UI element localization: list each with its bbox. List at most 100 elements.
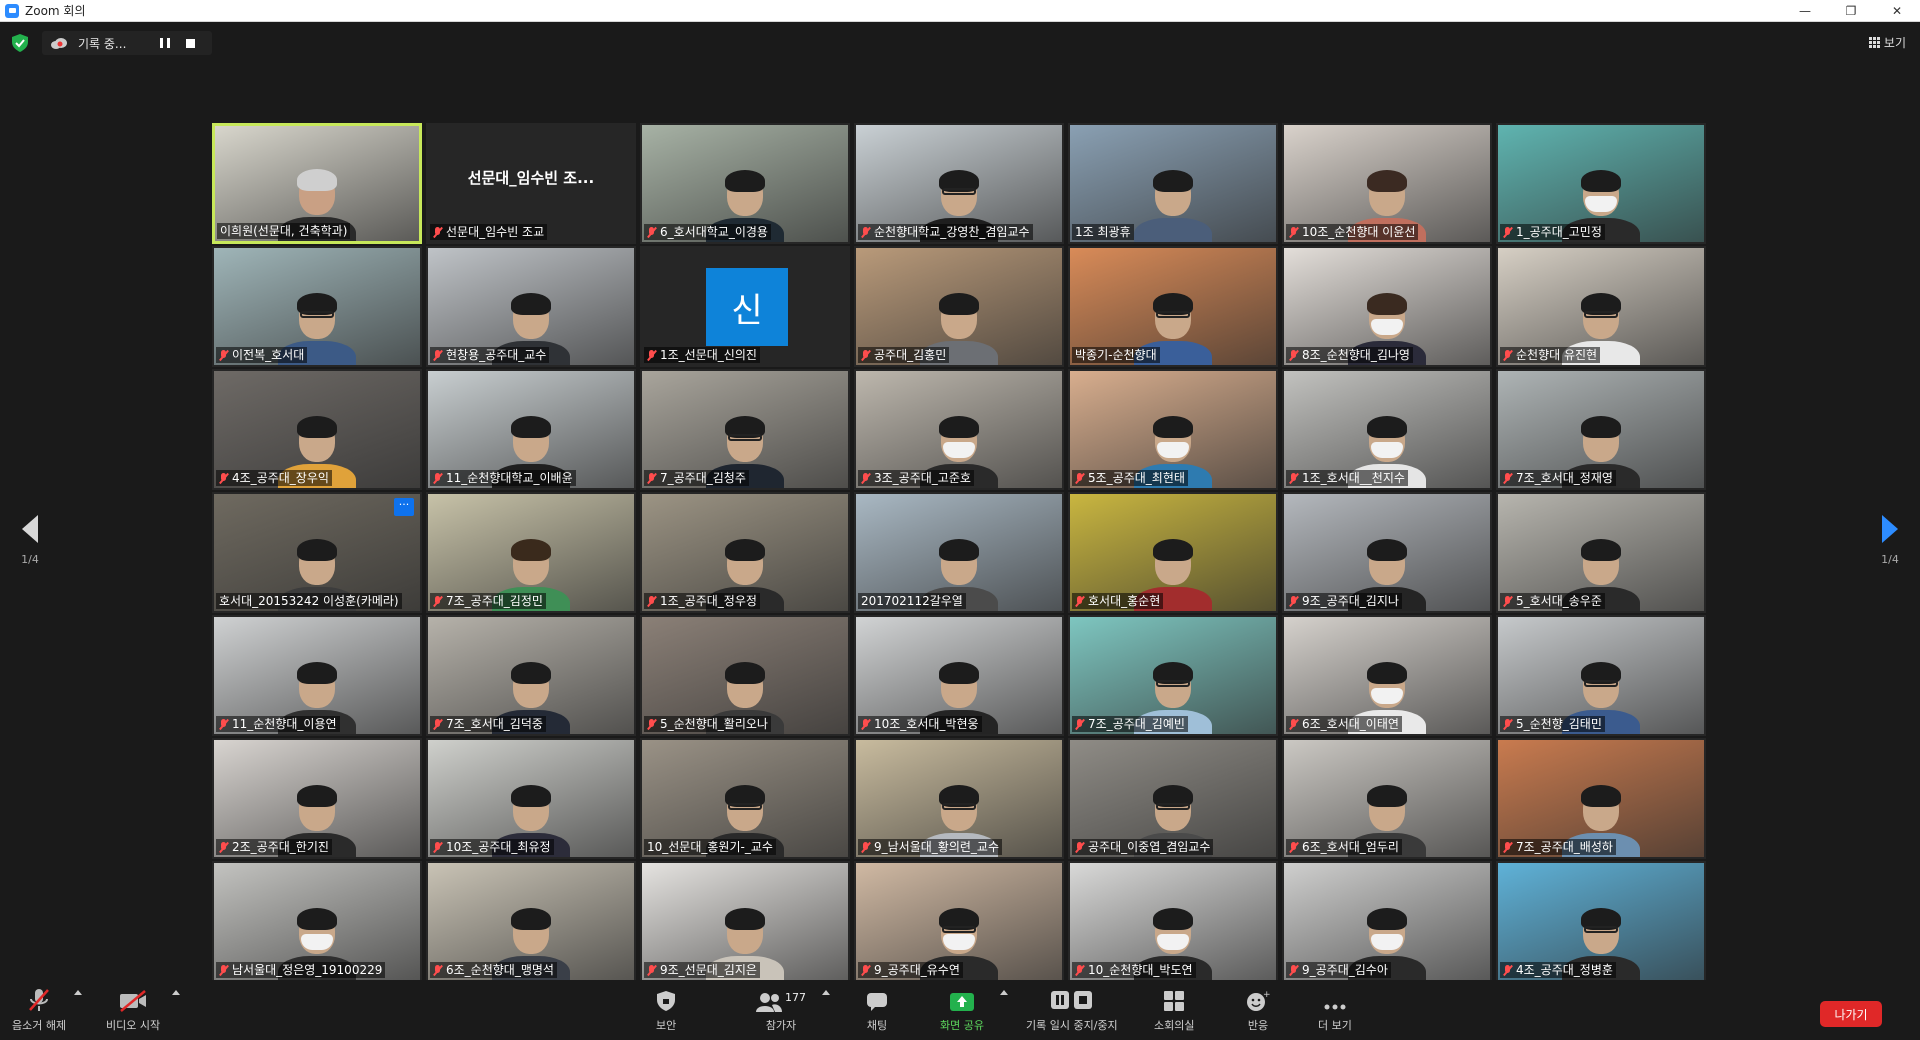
participant-tile[interactable]: ··· 호서대_20153242 이성훈(카메라) bbox=[212, 492, 422, 613]
glasses bbox=[1584, 926, 1618, 933]
participant-name: 10_선문대_홍원기-_교수 bbox=[647, 840, 773, 854]
participant-tile[interactable]: 10_순천향대_박도연 bbox=[1068, 861, 1278, 982]
participant-name-label: 6_호서대학교_이경용 bbox=[644, 224, 771, 240]
participant-tile[interactable]: 선문대_임수빈 조... 선문대_임수빈 조교 bbox=[426, 123, 636, 244]
share-screen-button[interactable]: 화면 공유 bbox=[940, 986, 984, 1033]
participant-tile[interactable]: 6조_호서대_엄두리 bbox=[1282, 738, 1492, 859]
participant-tile[interactable]: 1_공주대_고민정 bbox=[1496, 123, 1706, 244]
participant-tile[interactable]: 호서대_홍순현 bbox=[1068, 492, 1278, 613]
participant-tile[interactable]: 6조_순천향대_맹명석 bbox=[426, 861, 636, 982]
reactions-button[interactable]: + 반응 bbox=[1246, 986, 1270, 1033]
start-video-button[interactable]: 비디오 시작 bbox=[106, 986, 160, 1033]
participant-tile[interactable]: 박종기-순천향대 bbox=[1068, 246, 1278, 367]
participant-tile[interactable]: 이전복_호서대 bbox=[212, 246, 422, 367]
previous-page-button[interactable]: 1/4 bbox=[10, 515, 50, 566]
participant-tile[interactable]: 순천향대학교_강영찬_겸임교수 bbox=[854, 123, 1064, 244]
participants-options-caret-icon[interactable] bbox=[822, 990, 830, 995]
participant-tile[interactable]: 공주대_김홍민 bbox=[854, 246, 1064, 367]
participant-tile[interactable]: 9조_선문대_김지은 bbox=[640, 861, 850, 982]
participant-tile[interactable]: 7조_호서대_김덕중 bbox=[426, 615, 636, 736]
participant-tile[interactable]: 9_공주대_김수아 bbox=[1282, 861, 1492, 982]
participant-tile[interactable]: 5조_공주대_최현태 bbox=[1068, 369, 1278, 490]
chevron-left-icon bbox=[22, 515, 38, 543]
participant-tile[interactable]: 공주대_이중엽_겸임교수 bbox=[1068, 738, 1278, 859]
participant-tile[interactable]: 5_순천향대_활리오나 bbox=[640, 615, 850, 736]
restore-button[interactable]: ❐ bbox=[1828, 0, 1874, 22]
participant-tile[interactable]: 2조_공주대_한기진 bbox=[212, 738, 422, 859]
participant-tile[interactable]: 7조_공주대_배성하 bbox=[1496, 738, 1706, 859]
microphone-muted-icon bbox=[1503, 841, 1512, 853]
participant-tile[interactable]: 순천향대 유진현 bbox=[1496, 246, 1706, 367]
meeting-area: 기록 중... 보기 1/4 1/4 이희원(선문대, 건축학과) 선문대_임수빈… bbox=[0, 22, 1920, 982]
participant-tile[interactable]: 이희원(선문대, 건축학과) bbox=[212, 123, 422, 244]
participant-tile[interactable]: 9_남서울대_황의련_교수 bbox=[854, 738, 1064, 859]
microphone-muted-icon bbox=[1503, 349, 1512, 361]
video-options-caret-icon[interactable] bbox=[172, 990, 180, 995]
participant-tile[interactable]: 남서울대_정은영_19100229 bbox=[212, 861, 422, 982]
pause-recording-icon[interactable] bbox=[160, 38, 170, 48]
participant-tile[interactable]: 신 1조_선문대_신의진 bbox=[640, 246, 850, 367]
face-mask bbox=[1157, 442, 1189, 458]
participant-tile[interactable]: 201702112갈우열 bbox=[854, 492, 1064, 613]
participant-tile[interactable]: 10조_순천향대 이윤선 bbox=[1282, 123, 1492, 244]
share-options-caret-icon[interactable] bbox=[1000, 990, 1008, 995]
more-button[interactable]: 더 보기 bbox=[1318, 986, 1352, 1033]
silhouette-hair bbox=[1367, 293, 1407, 315]
record-pause-stop-button[interactable]: 기록 일시 중지/중지 bbox=[1026, 986, 1118, 1033]
participant-tile[interactable]: 10조_호서대_박현웅 bbox=[854, 615, 1064, 736]
chevron-right-icon bbox=[1882, 515, 1898, 543]
breakout-rooms-button[interactable]: 소회의실 bbox=[1154, 986, 1194, 1033]
participant-tile[interactable]: 1조 최광휴 bbox=[1068, 123, 1278, 244]
participant-tile[interactable]: 5_호서대_송우준 bbox=[1496, 492, 1706, 613]
participant-tile[interactable]: 9조_공주대_김지나 bbox=[1282, 492, 1492, 613]
close-button[interactable]: ✕ bbox=[1874, 0, 1920, 22]
glasses bbox=[300, 311, 334, 318]
participant-tile[interactable]: 현창용_공주대_교수 bbox=[426, 246, 636, 367]
glasses bbox=[942, 926, 976, 933]
participant-tile[interactable]: 10_선문대_홍원기-_교수 bbox=[640, 738, 850, 859]
participant-tile[interactable]: 6조_호서대_이태연 bbox=[1282, 615, 1492, 736]
more-dots-icon bbox=[1324, 1004, 1346, 1010]
participant-name: 3조_공주대_고준호 bbox=[874, 471, 971, 485]
tile-more-options-icon[interactable]: ··· bbox=[394, 498, 414, 516]
zoom-logo-icon bbox=[5, 3, 19, 18]
silhouette-hair bbox=[511, 416, 551, 438]
participant-tile[interactable]: 7조_공주대_김정민 bbox=[426, 492, 636, 613]
participant-tile[interactable]: 11_순천향대학교_이배윤 bbox=[426, 369, 636, 490]
participant-tile[interactable]: 3조_공주대_고준호 bbox=[854, 369, 1064, 490]
meeting-toolbar: 음소거 해제 비디오 시작 보안 177 참가자 채팅 화면 공유 기록 일시 … bbox=[0, 980, 1920, 1040]
participant-tile[interactable]: 4조_공주대_정병훈 bbox=[1496, 861, 1706, 982]
chat-button[interactable]: 채팅 bbox=[866, 986, 888, 1033]
shield-check-icon[interactable] bbox=[12, 34, 28, 52]
silhouette-hair bbox=[297, 785, 337, 807]
participant-tile[interactable]: 7조_호서대_정재영 bbox=[1496, 369, 1706, 490]
participant-tile[interactable]: 4조_공주대_장우익 bbox=[212, 369, 422, 490]
participant-tile[interactable]: 7_공주대_김청주 bbox=[640, 369, 850, 490]
participant-tile[interactable]: 11_순천향대_이용연 bbox=[212, 615, 422, 736]
participant-tile[interactable]: 6_호서대학교_이경용 bbox=[640, 123, 850, 244]
view-button[interactable]: 보기 bbox=[1868, 34, 1906, 51]
silhouette-hair bbox=[297, 169, 337, 191]
participant-tile[interactable]: 5_순천향_김태민 bbox=[1496, 615, 1706, 736]
participant-name-label: 7_공주대_김청주 bbox=[644, 470, 749, 486]
security-button[interactable]: 보안 bbox=[656, 986, 676, 1033]
participant-tile[interactable]: 1조_공주대_정우정 bbox=[640, 492, 850, 613]
microphone-muted-icon bbox=[1075, 718, 1084, 730]
next-page-button[interactable]: 1/4 bbox=[1870, 515, 1910, 566]
participant-tile[interactable]: 7조_공주대_김예빈 bbox=[1068, 615, 1278, 736]
participants-button[interactable]: 177 참가자 bbox=[756, 986, 806, 1033]
silhouette-hair bbox=[1581, 170, 1621, 192]
participant-tile[interactable]: 10조_공주대_최유정 bbox=[426, 738, 636, 859]
audio-options-caret-icon[interactable] bbox=[74, 990, 82, 995]
minimize-button[interactable]: — bbox=[1782, 0, 1828, 22]
participant-tile[interactable]: 9_공주대_유수연 bbox=[854, 861, 1064, 982]
participant-name: 6조_호서대_이태연 bbox=[1302, 717, 1399, 731]
participant-name: 남서울대_정은영_19100229 bbox=[232, 963, 383, 977]
stop-recording-icon[interactable] bbox=[186, 38, 195, 48]
face-mask bbox=[1157, 934, 1189, 950]
participant-tile[interactable]: 8조_순천향대_김나영 bbox=[1282, 246, 1492, 367]
unmute-button[interactable]: 음소거 해제 bbox=[12, 986, 66, 1033]
participant-name-label: 5_순천향대_활리오나 bbox=[644, 716, 771, 732]
participant-tile[interactable]: 1조_호서대__천지수 bbox=[1282, 369, 1492, 490]
leave-button[interactable]: 나가기 bbox=[1820, 1001, 1882, 1027]
